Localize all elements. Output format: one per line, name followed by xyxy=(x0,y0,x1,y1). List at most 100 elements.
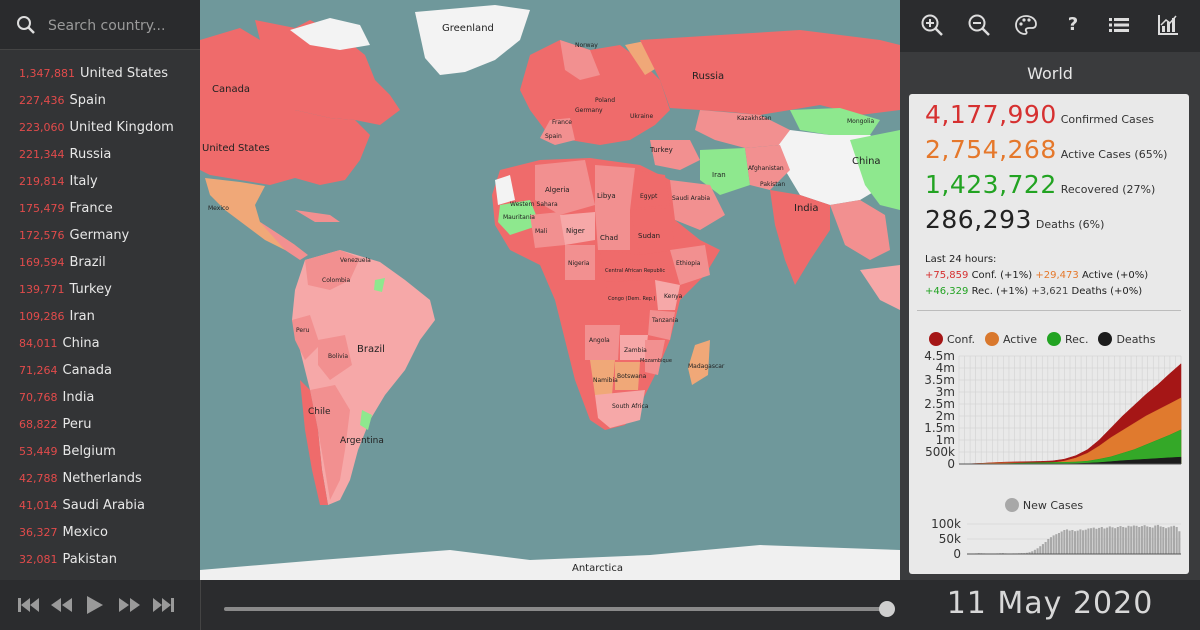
new-cases-bar[interactable] xyxy=(1079,529,1082,554)
timeline-track[interactable] xyxy=(224,601,895,617)
map-canvas[interactable]: Greenland Canada United States Mexico Br… xyxy=(200,0,900,580)
new-cases-bar[interactable] xyxy=(1135,525,1138,554)
country-list-item[interactable]: 1,347,881 United States xyxy=(0,60,200,87)
new-cases-bar[interactable] xyxy=(1074,531,1077,554)
country-list-item[interactable]: 175,479 France xyxy=(0,195,200,222)
new-cases-bar[interactable] xyxy=(1090,528,1093,554)
legend-item[interactable]: Conf. xyxy=(929,332,975,346)
search-icon[interactable] xyxy=(16,15,36,39)
new-cases-bar[interactable] xyxy=(1076,530,1079,554)
country-list-item[interactable]: 42,788 Netherlands xyxy=(0,465,200,492)
country-list-item[interactable]: 109,286 Iran xyxy=(0,303,200,330)
new-cases-bar[interactable] xyxy=(1047,539,1050,554)
new-cases-bar[interactable] xyxy=(1098,527,1101,554)
new-cases-bar[interactable] xyxy=(1162,527,1165,554)
new-cases-bar[interactable] xyxy=(1106,527,1109,554)
new-cases-bar[interactable] xyxy=(1100,527,1103,554)
country-list-item[interactable]: 53,449 Belgium xyxy=(0,438,200,465)
legend-new-cases[interactable]: New Cases xyxy=(1004,498,1083,512)
new-cases-bar[interactable] xyxy=(1116,527,1119,554)
country-list-item[interactable]: 223,060 United Kingdom xyxy=(0,114,200,141)
new-cases-bar[interactable] xyxy=(1108,526,1111,554)
new-cases-bar[interactable] xyxy=(1124,527,1127,554)
new-cases-bar[interactable] xyxy=(1103,528,1106,555)
new-cases-bar[interactable] xyxy=(1167,527,1170,554)
skip-start-icon[interactable] xyxy=(17,596,41,614)
list-icon[interactable] xyxy=(1106,12,1132,38)
new-cases-bar[interactable] xyxy=(1132,525,1135,555)
country-list-item[interactable]: 219,814 Italy xyxy=(0,168,200,195)
legend-item[interactable]: Rec. xyxy=(1046,332,1088,346)
new-cases-bar[interactable] xyxy=(1063,530,1066,554)
palette-icon[interactable] xyxy=(1013,12,1039,38)
new-cases-bar[interactable] xyxy=(1148,527,1151,554)
new-cases-bar[interactable] xyxy=(1114,528,1117,554)
country-list-item[interactable]: 169,594 Brazil xyxy=(0,249,200,276)
new-cases-bar[interactable] xyxy=(1095,528,1098,554)
fast-forward-icon[interactable] xyxy=(117,596,141,614)
country-list-item[interactable]: 71,264 Canada xyxy=(0,357,200,384)
country-russia[interactable] xyxy=(640,30,900,115)
play-icon[interactable] xyxy=(85,596,109,614)
rewind-icon[interactable] xyxy=(50,596,74,614)
new-cases-bar[interactable] xyxy=(1033,549,1036,554)
country-list-item[interactable]: 139,771 Turkey xyxy=(0,276,200,303)
new-cases-bar[interactable] xyxy=(1170,526,1173,554)
new-cases-bar[interactable] xyxy=(1065,529,1069,554)
zoom-out-icon[interactable] xyxy=(966,12,992,38)
country-list-item[interactable]: 84,011 China xyxy=(0,330,200,357)
country-list-item[interactable]: 68,822 Peru xyxy=(0,411,200,438)
country-list-item[interactable]: 172,576 Germany xyxy=(0,222,200,249)
new-cases-bar[interactable] xyxy=(1172,525,1176,554)
new-cases-chart[interactable]: 100k50k0 xyxy=(909,518,1189,570)
new-cases-bar[interactable] xyxy=(1068,530,1071,554)
cumulative-chart[interactable]: 4.5m4m3.5m3m2.5m2m1.5m1m500k0 xyxy=(909,350,1189,478)
new-cases-bar[interactable] xyxy=(1055,534,1058,554)
country-list-item[interactable]: 36,327 Mexico xyxy=(0,519,200,546)
new-cases-bar[interactable] xyxy=(1151,527,1154,554)
country-list-item[interactable]: 32,081 Pakistan xyxy=(0,546,200,573)
new-cases-bar[interactable] xyxy=(1060,531,1063,555)
legend-item[interactable]: Deaths xyxy=(1098,332,1155,346)
country-libya[interactable] xyxy=(595,165,635,210)
new-cases-bar[interactable] xyxy=(1164,528,1168,554)
new-cases-bar[interactable] xyxy=(1092,527,1095,554)
new-cases-bar[interactable] xyxy=(1044,542,1047,554)
new-cases-bar[interactable] xyxy=(1119,526,1122,554)
new-cases-bar[interactable] xyxy=(1111,527,1114,554)
new-cases-bar[interactable] xyxy=(1127,525,1130,554)
new-cases-bar[interactable] xyxy=(1154,525,1157,555)
country-list-item[interactable]: 70,768 India xyxy=(0,384,200,411)
world-map[interactable]: Greenland Canada United States Mexico Br… xyxy=(200,0,900,580)
country-list-item[interactable]: 221,344 Russia xyxy=(0,141,200,168)
new-cases-bar[interactable] xyxy=(1071,530,1074,554)
new-cases-bar[interactable] xyxy=(1041,544,1044,554)
help-icon[interactable]: ? xyxy=(1060,12,1086,38)
new-cases-bar[interactable] xyxy=(1084,529,1087,554)
new-cases-bar[interactable] xyxy=(1082,530,1085,554)
new-cases-bar[interactable] xyxy=(1052,535,1055,554)
search-input[interactable] xyxy=(46,12,195,40)
zoom-in-icon[interactable] xyxy=(919,12,945,38)
new-cases-bar[interactable] xyxy=(1039,546,1042,554)
new-cases-bar[interactable] xyxy=(1087,528,1090,555)
new-cases-bar[interactable] xyxy=(1146,526,1149,554)
new-cases-bar[interactable] xyxy=(1122,527,1125,554)
country-car[interactable] xyxy=(600,250,640,282)
chart-icon[interactable] xyxy=(1155,12,1181,38)
new-cases-bar[interactable] xyxy=(1143,525,1146,554)
new-cases-bar[interactable] xyxy=(1036,548,1039,554)
country-egypt[interactable] xyxy=(635,170,670,208)
new-cases-bar[interactable] xyxy=(1057,533,1061,554)
country-list-item[interactable]: 227,436 Spain xyxy=(0,87,200,114)
new-cases-bar[interactable] xyxy=(1156,524,1159,554)
new-cases-bar[interactable] xyxy=(1049,537,1052,554)
new-cases-bar[interactable] xyxy=(1178,531,1181,554)
country-list-item[interactable]: 41,014 Saudi Arabia xyxy=(0,492,200,519)
new-cases-bar[interactable] xyxy=(1175,527,1178,554)
legend-item[interactable]: Active xyxy=(984,332,1037,346)
new-cases-bar[interactable] xyxy=(1138,527,1141,554)
new-cases-bar[interactable] xyxy=(1140,526,1143,554)
timeline-thumb[interactable] xyxy=(879,601,895,617)
new-cases-bar[interactable] xyxy=(1130,526,1133,554)
